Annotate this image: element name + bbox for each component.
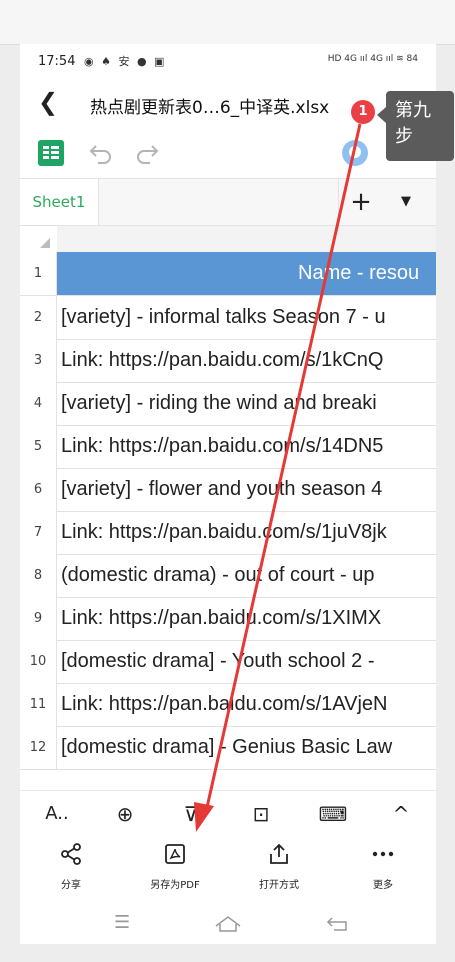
step-badge: 1 — [351, 100, 375, 124]
callout-line-2: 步 — [395, 126, 413, 147]
step-callout: 第九 步 — [377, 91, 454, 161]
annotation-arrowhead — [194, 802, 214, 832]
callout-line-1: 第九 — [395, 100, 431, 121]
